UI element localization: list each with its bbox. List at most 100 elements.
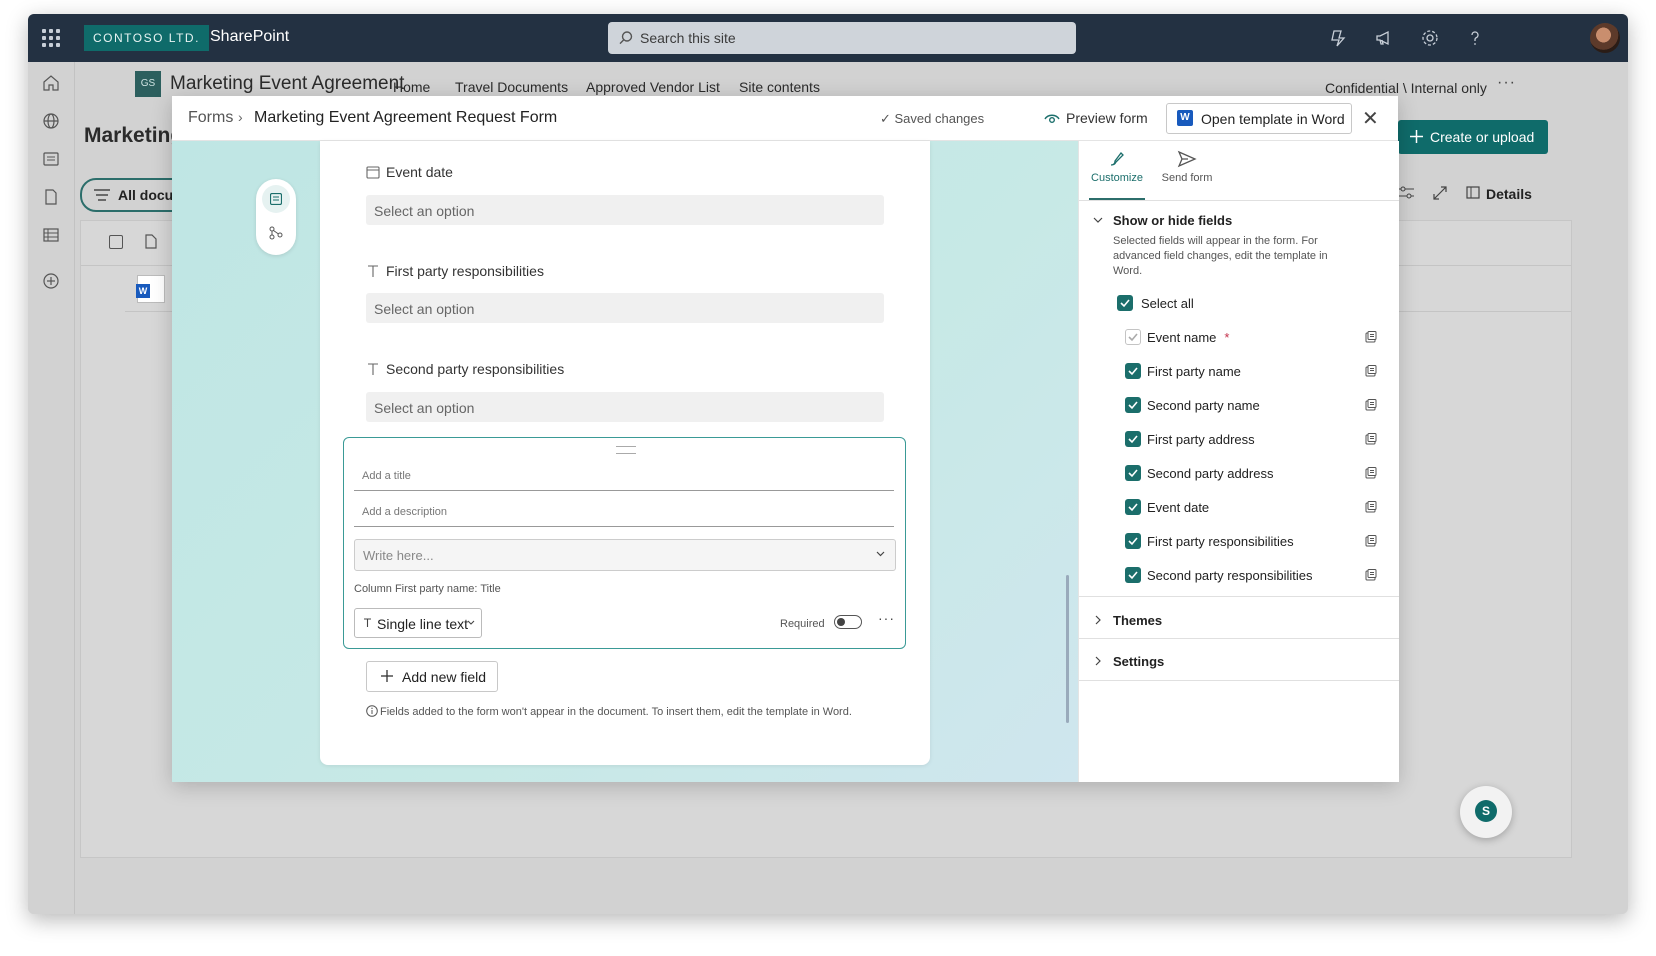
field-mapping-icon[interactable] [1365,467,1377,479]
tab-send-form[interactable]: Send form [1159,149,1215,184]
section-divider [1079,638,1399,639]
drag-handle-icon[interactable] [616,446,636,454]
search-box[interactable]: Search this site [608,22,1076,54]
more-options-icon[interactable]: ··· [878,610,895,626]
site-title[interactable]: Marketing Event Agreement [170,73,404,95]
list-icon[interactable] [42,226,60,244]
field-checkbox[interactable] [1125,397,1141,413]
saved-status-text: Saved changes [894,111,985,126]
tab-customize[interactable]: Customize [1089,149,1145,184]
preview-form-button[interactable]: Preview form [1044,110,1148,126]
site-logo[interactable]: GS [135,71,161,97]
copilot-icon[interactable] [1328,28,1348,48]
canvas-scrollbar[interactable] [1066,575,1069,723]
field-mapping-icon[interactable] [1365,331,1377,343]
select-placeholder: Select an option [374,400,475,416]
word-icon: W [1177,110,1193,126]
chevron-right-icon[interactable] [1093,656,1103,666]
app-name[interactable]: SharePoint [210,28,289,46]
settings-section[interactable]: Settings [1113,654,1164,669]
field-mapping-icon[interactable] [1365,433,1377,445]
details-button[interactable]: Details [1486,186,1532,202]
suite-header: CONTOSO LTD. SharePoint Search this site [28,14,1628,62]
required-toggle[interactable] [834,615,862,629]
branching-icon[interactable] [269,226,283,240]
select-all-checkbox[interactable] [109,235,123,249]
answer-input[interactable]: Write here... [354,539,896,571]
field-checkbox-label: Second party address [1147,466,1273,481]
create-or-upload-button[interactable]: Create or upload [1398,120,1548,154]
file-type-icon [145,234,157,249]
new-field-editor: Add a title Add a description Write here… [343,437,906,649]
field-mapping-icon[interactable] [1365,399,1377,411]
more-options-icon[interactable]: ··· [1497,74,1516,92]
field-checkbox [1125,329,1141,345]
chevron-right-icon[interactable] [1093,615,1103,625]
org-brand[interactable]: CONTOSO LTD. [84,25,209,51]
app-launcher-icon[interactable] [42,29,60,47]
field-mapping-icon[interactable] [1365,365,1377,377]
nav-home[interactable]: Home [393,79,430,95]
chevron-down-icon[interactable] [1093,215,1103,225]
view-settings-icon[interactable] [1398,186,1414,200]
plus-icon [1410,130,1423,143]
show-hide-fields-title[interactable]: Show or hide fields [1113,213,1232,228]
field-label-second-party-responsibilities: Second party responsibilities [386,361,565,377]
field-checkbox[interactable] [1125,499,1141,515]
field-mapping-icon[interactable] [1365,569,1377,581]
breadcrumb-forms[interactable]: Forms [188,109,233,127]
field-mapping-icon[interactable] [1365,535,1377,547]
field-checkbox[interactable] [1125,533,1141,549]
chevron-down-icon [467,620,475,625]
details-pane-icon [1466,186,1480,199]
home-icon[interactable] [42,74,60,92]
user-avatar[interactable] [1590,23,1620,53]
field-checkbox-label: Event name * [1147,330,1229,345]
help-icon[interactable] [1465,28,1485,48]
field-checkbox[interactable] [1125,567,1141,583]
field-checkbox[interactable] [1125,431,1141,447]
preview-form-label: Preview form [1066,110,1148,126]
select-placeholder: Select an option [374,301,475,317]
field-name: Second party name [1147,398,1260,413]
second-party-responsibilities-select[interactable]: Select an option [366,392,884,422]
megaphone-icon[interactable] [1374,28,1394,48]
required-label: Required [780,618,825,630]
field-checkbox[interactable] [1125,465,1141,481]
field-title-input[interactable]: Add a title [354,464,894,491]
expand-icon[interactable] [1433,186,1447,200]
dialog-header: Forms › Marketing Event Agreement Reques… [172,96,1398,141]
field-description-input[interactable]: Add a description [354,500,894,527]
field-name: First party address [1147,432,1255,447]
settings-gear-icon[interactable] [1420,28,1440,48]
sharepoint-fab[interactable]: S [1460,786,1512,838]
add-new-field-button[interactable]: Add new field [366,661,498,692]
page-title: Marketing [84,124,184,147]
saved-status: ✓ Saved changes [880,111,984,127]
open-template-in-word-button[interactable]: W Open template in Word [1166,103,1352,134]
themes-section[interactable]: Themes [1113,613,1162,628]
select-all-checkbox[interactable] [1117,295,1133,311]
show-hide-fields-description: Selected fields will appear in the form.… [1113,235,1328,277]
nav-approved-vendor-list[interactable]: Approved Vendor List [586,79,720,95]
field-name: First party responsibilities [1147,534,1294,549]
close-icon[interactable]: ✕ [1362,106,1379,131]
field-name: Event date [1147,500,1210,515]
customize-panel: Customize Send form Show or hide fields … [1078,141,1399,782]
first-party-responsibilities-select[interactable]: Select an option [366,293,884,323]
document-icon[interactable] [42,188,60,206]
form-fields-tool[interactable] [262,185,290,213]
news-icon[interactable] [42,150,60,168]
select-placeholder: Select an option [374,203,475,219]
field-type-dropdown[interactable]: Single line text [354,608,482,638]
event-date-select[interactable]: Select an option [366,195,884,225]
field-checkbox[interactable] [1125,363,1141,379]
field-checkbox-label: Event date [1147,500,1209,515]
form-canvas: Event date Select an option First party … [172,141,1078,782]
globe-icon[interactable] [42,112,60,130]
word-file-icon[interactable]: W [136,275,165,303]
field-mapping-icon[interactable] [1365,501,1377,513]
create-add-icon[interactable] [42,272,60,290]
nav-site-contents[interactable]: Site contents [739,79,820,95]
info-icon [366,705,378,717]
